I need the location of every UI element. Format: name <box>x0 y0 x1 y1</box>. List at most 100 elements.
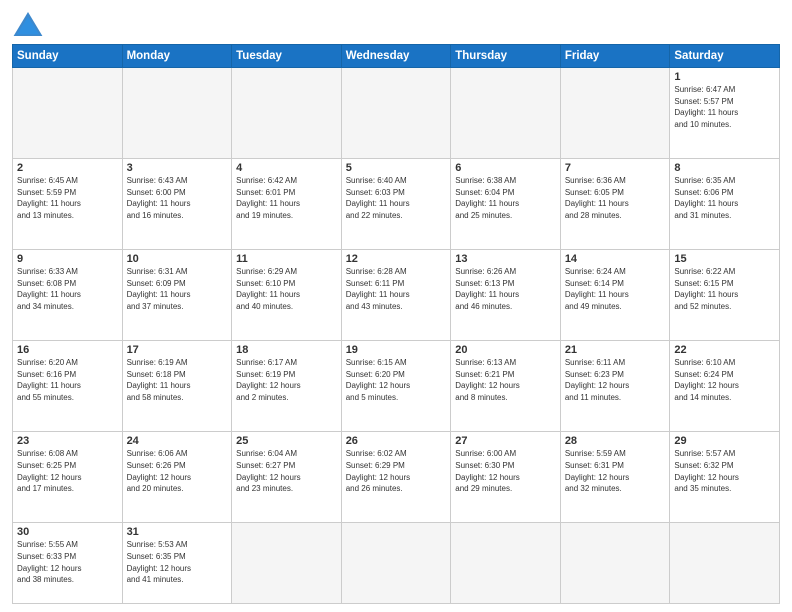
calendar-cell: 12Sunrise: 6:28 AMSunset: 6:11 PMDayligh… <box>341 250 451 341</box>
calendar-table: SundayMondayTuesdayWednesdayThursdayFrid… <box>12 44 780 604</box>
day-info: Sunrise: 5:59 AMSunset: 6:31 PMDaylight:… <box>565 448 666 494</box>
day-info: Sunrise: 6:11 AMSunset: 6:23 PMDaylight:… <box>565 357 666 403</box>
day-number: 3 <box>127 162 228 174</box>
day-number: 4 <box>236 162 337 174</box>
day-number: 11 <box>236 253 337 265</box>
logo-icon <box>12 10 44 38</box>
calendar-cell <box>560 68 670 159</box>
calendar-row-4: 16Sunrise: 6:20 AMSunset: 6:16 PMDayligh… <box>13 341 780 432</box>
day-number: 27 <box>455 435 556 447</box>
day-info: Sunrise: 6:00 AMSunset: 6:30 PMDaylight:… <box>455 448 556 494</box>
day-info: Sunrise: 6:08 AMSunset: 6:25 PMDaylight:… <box>17 448 118 494</box>
calendar-cell: 21Sunrise: 6:11 AMSunset: 6:23 PMDayligh… <box>560 341 670 432</box>
day-number: 17 <box>127 344 228 356</box>
day-info: Sunrise: 6:22 AMSunset: 6:15 PMDaylight:… <box>674 266 775 312</box>
calendar-cell <box>341 523 451 604</box>
day-info: Sunrise: 6:10 AMSunset: 6:24 PMDaylight:… <box>674 357 775 403</box>
header <box>12 10 780 38</box>
weekday-monday: Monday <box>122 45 232 68</box>
day-info: Sunrise: 6:26 AMSunset: 6:13 PMDaylight:… <box>455 266 556 312</box>
calendar-cell: 19Sunrise: 6:15 AMSunset: 6:20 PMDayligh… <box>341 341 451 432</box>
day-number: 24 <box>127 435 228 447</box>
day-number: 28 <box>565 435 666 447</box>
calendar-cell <box>451 68 561 159</box>
day-info: Sunrise: 6:02 AMSunset: 6:29 PMDaylight:… <box>346 448 447 494</box>
calendar-cell <box>451 523 561 604</box>
day-info: Sunrise: 6:40 AMSunset: 6:03 PMDaylight:… <box>346 175 447 221</box>
calendar-cell <box>232 68 342 159</box>
day-number: 23 <box>17 435 118 447</box>
calendar-cell: 16Sunrise: 6:20 AMSunset: 6:16 PMDayligh… <box>13 341 123 432</box>
calendar-cell: 26Sunrise: 6:02 AMSunset: 6:29 PMDayligh… <box>341 432 451 523</box>
calendar-cell: 1Sunrise: 6:47 AMSunset: 5:57 PMDaylight… <box>670 68 780 159</box>
calendar-cell <box>670 523 780 604</box>
calendar-cell: 2Sunrise: 6:45 AMSunset: 5:59 PMDaylight… <box>13 159 123 250</box>
day-info: Sunrise: 6:13 AMSunset: 6:21 PMDaylight:… <box>455 357 556 403</box>
day-info: Sunrise: 6:06 AMSunset: 6:26 PMDaylight:… <box>127 448 228 494</box>
day-number: 9 <box>17 253 118 265</box>
day-info: Sunrise: 5:55 AMSunset: 6:33 PMDaylight:… <box>17 539 118 585</box>
day-number: 22 <box>674 344 775 356</box>
day-info: Sunrise: 6:47 AMSunset: 5:57 PMDaylight:… <box>674 84 775 130</box>
day-info: Sunrise: 6:38 AMSunset: 6:04 PMDaylight:… <box>455 175 556 221</box>
day-info: Sunrise: 5:57 AMSunset: 6:32 PMDaylight:… <box>674 448 775 494</box>
calendar-cell <box>122 68 232 159</box>
day-number: 14 <box>565 253 666 265</box>
day-number: 13 <box>455 253 556 265</box>
calendar-cell: 6Sunrise: 6:38 AMSunset: 6:04 PMDaylight… <box>451 159 561 250</box>
logo <box>12 10 48 38</box>
calendar-cell: 15Sunrise: 6:22 AMSunset: 6:15 PMDayligh… <box>670 250 780 341</box>
day-info: Sunrise: 6:29 AMSunset: 6:10 PMDaylight:… <box>236 266 337 312</box>
calendar-cell: 17Sunrise: 6:19 AMSunset: 6:18 PMDayligh… <box>122 341 232 432</box>
weekday-saturday: Saturday <box>670 45 780 68</box>
day-number: 26 <box>346 435 447 447</box>
day-info: Sunrise: 6:31 AMSunset: 6:09 PMDaylight:… <box>127 266 228 312</box>
day-info: Sunrise: 6:17 AMSunset: 6:19 PMDaylight:… <box>236 357 337 403</box>
day-info: Sunrise: 6:15 AMSunset: 6:20 PMDaylight:… <box>346 357 447 403</box>
calendar-row-6: 30Sunrise: 5:55 AMSunset: 6:33 PMDayligh… <box>13 523 780 604</box>
day-info: Sunrise: 6:43 AMSunset: 6:00 PMDaylight:… <box>127 175 228 221</box>
day-number: 10 <box>127 253 228 265</box>
day-info: Sunrise: 6:04 AMSunset: 6:27 PMDaylight:… <box>236 448 337 494</box>
page: SundayMondayTuesdayWednesdayThursdayFrid… <box>0 0 792 612</box>
weekday-tuesday: Tuesday <box>232 45 342 68</box>
day-number: 29 <box>674 435 775 447</box>
day-number: 21 <box>565 344 666 356</box>
calendar-cell: 27Sunrise: 6:00 AMSunset: 6:30 PMDayligh… <box>451 432 561 523</box>
weekday-header-row: SundayMondayTuesdayWednesdayThursdayFrid… <box>13 45 780 68</box>
calendar-cell: 22Sunrise: 6:10 AMSunset: 6:24 PMDayligh… <box>670 341 780 432</box>
calendar-cell: 14Sunrise: 6:24 AMSunset: 6:14 PMDayligh… <box>560 250 670 341</box>
calendar-cell: 4Sunrise: 6:42 AMSunset: 6:01 PMDaylight… <box>232 159 342 250</box>
calendar-row-3: 9Sunrise: 6:33 AMSunset: 6:08 PMDaylight… <box>13 250 780 341</box>
day-info: Sunrise: 6:19 AMSunset: 6:18 PMDaylight:… <box>127 357 228 403</box>
calendar-cell <box>232 523 342 604</box>
calendar-cell <box>341 68 451 159</box>
day-info: Sunrise: 6:20 AMSunset: 6:16 PMDaylight:… <box>17 357 118 403</box>
day-number: 20 <box>455 344 556 356</box>
calendar-cell: 3Sunrise: 6:43 AMSunset: 6:00 PMDaylight… <box>122 159 232 250</box>
calendar-cell: 20Sunrise: 6:13 AMSunset: 6:21 PMDayligh… <box>451 341 561 432</box>
day-number: 5 <box>346 162 447 174</box>
day-info: Sunrise: 6:33 AMSunset: 6:08 PMDaylight:… <box>17 266 118 312</box>
weekday-friday: Friday <box>560 45 670 68</box>
day-number: 2 <box>17 162 118 174</box>
day-info: Sunrise: 6:45 AMSunset: 5:59 PMDaylight:… <box>17 175 118 221</box>
day-number: 18 <box>236 344 337 356</box>
calendar-cell: 30Sunrise: 5:55 AMSunset: 6:33 PMDayligh… <box>13 523 123 604</box>
day-info: Sunrise: 6:35 AMSunset: 6:06 PMDaylight:… <box>674 175 775 221</box>
day-number: 25 <box>236 435 337 447</box>
calendar-cell: 18Sunrise: 6:17 AMSunset: 6:19 PMDayligh… <box>232 341 342 432</box>
calendar-cell: 7Sunrise: 6:36 AMSunset: 6:05 PMDaylight… <box>560 159 670 250</box>
day-number: 31 <box>127 526 228 538</box>
calendar-cell <box>13 68 123 159</box>
weekday-wednesday: Wednesday <box>341 45 451 68</box>
calendar-cell: 23Sunrise: 6:08 AMSunset: 6:25 PMDayligh… <box>13 432 123 523</box>
day-number: 8 <box>674 162 775 174</box>
calendar-cell: 9Sunrise: 6:33 AMSunset: 6:08 PMDaylight… <box>13 250 123 341</box>
day-info: Sunrise: 6:36 AMSunset: 6:05 PMDaylight:… <box>565 175 666 221</box>
day-number: 7 <box>565 162 666 174</box>
weekday-sunday: Sunday <box>13 45 123 68</box>
calendar-cell: 11Sunrise: 6:29 AMSunset: 6:10 PMDayligh… <box>232 250 342 341</box>
weekday-thursday: Thursday <box>451 45 561 68</box>
day-number: 16 <box>17 344 118 356</box>
